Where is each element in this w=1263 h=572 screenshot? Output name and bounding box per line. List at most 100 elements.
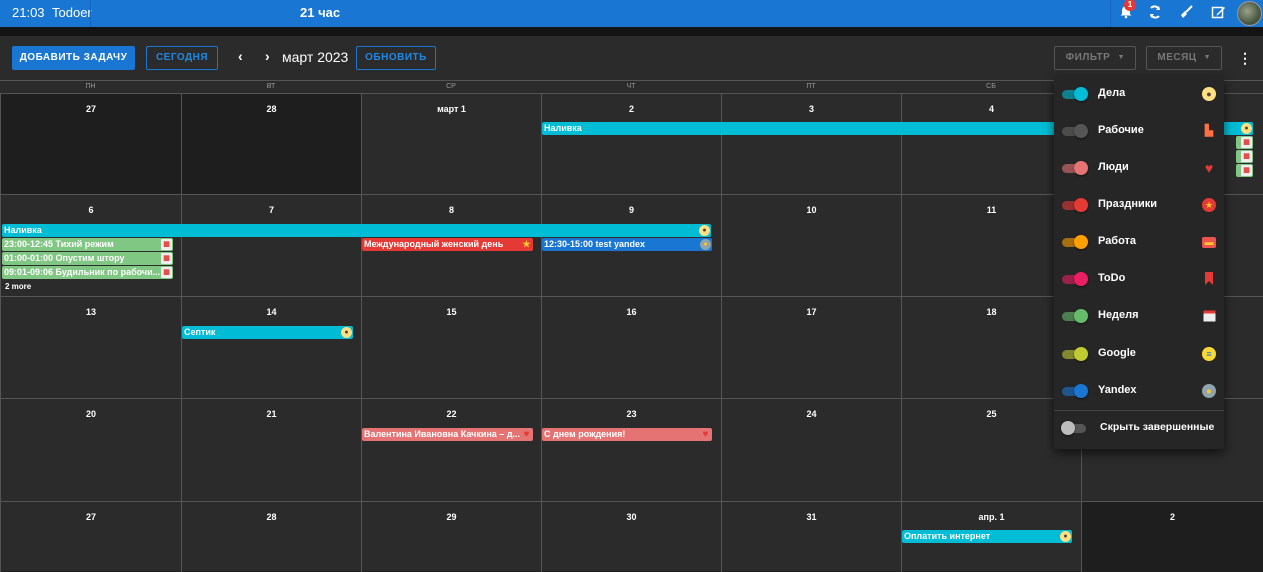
day-number: 21	[266, 409, 277, 419]
event-chip[interactable]: 23:00-12:45 Тихий режим ▦	[2, 238, 173, 251]
heart-icon: ♥	[523, 429, 530, 440]
calendar-icon: ▦	[1241, 165, 1252, 176]
lightbulb-icon: ●	[1202, 87, 1216, 101]
day-cell[interactable]: 16	[541, 296, 721, 398]
day-cell[interactable]: 7	[181, 194, 361, 296]
day-cell[interactable]: 28	[181, 93, 361, 194]
filter-toggle-rabota[interactable]: Работа ▬	[1054, 224, 1224, 260]
lightbulb-icon: ●	[341, 327, 352, 338]
day-cell[interactable]: 17	[721, 296, 901, 398]
filter-toggle-prazdniki[interactable]: Праздники ★	[1054, 187, 1224, 223]
filter-toggle-lyudi[interactable]: Люди ♥	[1054, 150, 1224, 186]
filter-label: Неделя	[1098, 309, 1139, 321]
day-number: апр. 1	[978, 512, 1005, 522]
lightbulb-icon: ●	[1241, 123, 1252, 134]
day-cell[interactable]: 31	[721, 501, 901, 572]
switch-thumb	[1074, 198, 1088, 212]
day-cell[interactable]: март 1	[361, 93, 541, 194]
day-cell[interactable]: 20	[0, 398, 181, 501]
event-title: 23:00-12:45 Тихий режим	[4, 239, 114, 249]
event-chip[interactable]: Септик ●	[182, 326, 353, 339]
event-chip[interactable]: ▦	[1236, 136, 1253, 149]
edit-icon[interactable]	[1208, 4, 1228, 24]
clock: 21:03	[12, 5, 45, 20]
day-number: 24	[806, 409, 817, 419]
day-number: 27	[85, 512, 96, 522]
day-number: 20	[85, 409, 96, 419]
briefcase-icon: ▬	[1202, 237, 1216, 248]
filter-toggle-yandex[interactable]: Yandex ●	[1054, 373, 1224, 409]
day-cell[interactable]: 28	[181, 501, 361, 572]
day-cell[interactable]: 24	[721, 398, 901, 501]
more-events-link[interactable]: 2 more	[5, 282, 31, 291]
day-number: 9	[628, 205, 634, 215]
calendar-icon: ▦	[1241, 137, 1252, 148]
event-chip[interactable]: С днем рождения! ♥	[542, 428, 712, 441]
day-cell[interactable]: 10	[721, 194, 901, 296]
day-cell[interactable]: 30	[541, 501, 721, 572]
day-cell[interactable]: 29	[361, 501, 541, 572]
prev-month-button[interactable]: ‹	[238, 48, 243, 64]
filter-label: Рабочие	[1098, 124, 1144, 136]
day-number: 10	[806, 205, 817, 215]
today-button[interactable]: СЕГОДНЯ	[146, 46, 218, 70]
day-number: 28	[266, 512, 277, 522]
app-name: Todoer	[52, 5, 92, 20]
event-title: Септик	[184, 327, 216, 337]
event-title: Наливка	[544, 123, 582, 133]
day-number: 2	[1169, 512, 1175, 522]
day-cell[interactable]: 22	[361, 398, 541, 501]
calendar-toolbar: ДОБАВИТЬ ЗАДАЧУ СЕГОДНЯ ‹ › март 2023 ОБ…	[0, 36, 1263, 80]
divider	[1110, 0, 1111, 27]
filter-toggle-google[interactable]: Google ≡	[1054, 336, 1224, 372]
day-number: 6	[88, 205, 94, 215]
day-cell[interactable]: 3	[721, 93, 901, 194]
day-cell[interactable]: 21	[181, 398, 361, 501]
refresh-button[interactable]: ОБНОВИТЬ	[356, 46, 436, 70]
day-cell[interactable]: 2	[1081, 501, 1263, 572]
filter-button[interactable]: ФИЛЬТР ▼	[1054, 46, 1136, 70]
filter-toggle-dela[interactable]: Дела ●	[1054, 76, 1224, 112]
view-select[interactable]: МЕСЯЦ ▼	[1146, 46, 1222, 70]
sync-icon[interactable]	[1145, 4, 1165, 24]
hide-completed-toggle[interactable]: Скрыть завершенные	[1054, 410, 1224, 446]
clean-icon[interactable]	[1176, 4, 1196, 24]
weekday-label: ПТ	[806, 83, 816, 90]
calendar-icon: ▦	[161, 267, 172, 278]
lightbulb-icon: ●	[699, 225, 710, 236]
day-cell[interactable]: 27	[0, 93, 181, 194]
filter-label: ToDo	[1098, 272, 1126, 284]
day-cell[interactable]: 15	[361, 296, 541, 398]
day-number: 14	[266, 307, 277, 317]
switch-thumb	[1074, 161, 1088, 175]
add-task-button[interactable]: ДОБАВИТЬ ЗАДАЧУ	[12, 46, 135, 70]
switch-thumb	[1074, 347, 1088, 361]
filter-panel: Дела ● Рабочие ▙ Люди ♥ Праздники ★ Рабо…	[1054, 76, 1224, 449]
event-chip[interactable]: Международный женский день ★	[362, 238, 533, 251]
event-chip[interactable]: ▦	[1236, 150, 1253, 163]
day-number: 3	[808, 104, 814, 114]
day-cell[interactable]: 13	[0, 296, 181, 398]
day-cell[interactable]: 14	[181, 296, 361, 398]
star-icon: ★	[1202, 198, 1216, 212]
day-cell[interactable]: 23	[541, 398, 721, 501]
switch-thumb	[1074, 87, 1088, 101]
event-chip[interactable]: Валентина Ивановна Качкина – д... ♥	[362, 428, 533, 441]
event-chip[interactable]: 01:00-01:00 Опустим штору ▦	[2, 252, 173, 265]
filter-toggle-todo[interactable]: ToDo	[1054, 261, 1224, 297]
event-chip[interactable]: Оплатить интернет ●	[902, 530, 1072, 543]
event-chip[interactable]: 09:01-09:06 Будильник по рабочи... ▦	[2, 266, 173, 279]
event-chip[interactable]: 12:30-15:00 test yandex ●	[542, 238, 712, 251]
event-chip[interactable]: ▦	[1236, 164, 1253, 177]
filter-toggle-nedelya[interactable]: Неделя	[1054, 298, 1224, 334]
day-cell[interactable]: 2	[541, 93, 721, 194]
filter-toggle-rabochie[interactable]: Рабочие ▙	[1054, 113, 1224, 149]
avatar[interactable]	[1237, 1, 1262, 26]
more-vert-icon[interactable]: ⋮	[1238, 50, 1252, 67]
switch-thumb	[1074, 272, 1088, 286]
next-month-button[interactable]: ›	[265, 48, 270, 64]
event-chip[interactable]: Наливка ●	[2, 224, 711, 237]
heart-icon: ♥	[1204, 160, 1214, 176]
day-cell[interactable]: 27	[0, 501, 181, 572]
lightbulb-icon: ●	[1060, 531, 1071, 542]
